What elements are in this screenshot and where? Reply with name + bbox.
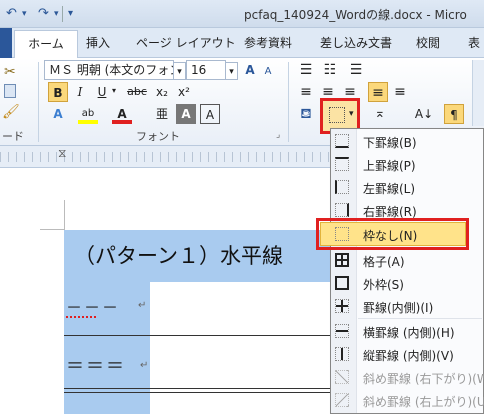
copy-icon[interactable] (4, 84, 16, 98)
align-left-icon[interactable]: ≡ (296, 82, 316, 102)
shading-icon[interactable]: ⛾ (296, 104, 316, 124)
asian-layout-icon[interactable]: ⌅ (370, 104, 390, 124)
outside-borders-icon (335, 276, 349, 290)
border-left-icon (335, 180, 349, 194)
horizontal-rule (64, 392, 332, 393)
document-line-1[interactable]: －－－ (66, 294, 120, 318)
shrink-font-button[interactable]: A (258, 62, 278, 82)
font-color-button[interactable]: A (112, 104, 132, 124)
chevron-down-icon[interactable]: ▾ (226, 62, 238, 80)
border-grid-icon (329, 107, 345, 123)
strikethrough-button[interactable]: abc (124, 82, 150, 102)
italic-button[interactable]: I (70, 82, 90, 102)
bullets-icon[interactable]: ☰ (296, 60, 316, 80)
menu-item-bottom-border[interactable]: 下罫線(B) (331, 130, 484, 153)
numbering-icon[interactable]: ☷ (320, 60, 340, 80)
group-divider (38, 62, 39, 142)
menu-item-diagonal-down[interactable]: 斜め罫線 (右下がり)(W) (331, 366, 484, 389)
distributed-icon[interactable]: ≡ (390, 82, 410, 102)
underline-button[interactable]: U (92, 82, 112, 102)
tab-references[interactable]: 参考資料 (244, 34, 292, 51)
customize-qat-icon[interactable]: ▾ (68, 8, 73, 19)
grow-font-button[interactable]: A (240, 60, 260, 80)
document-line-2[interactable]: ＝＝＝ (66, 352, 126, 378)
menu-separator (358, 318, 482, 319)
inside-vertical-icon (335, 347, 349, 361)
tab-home[interactable]: ホーム (14, 30, 78, 58)
menu-item-left-border[interactable]: 左罫線(L) (331, 176, 484, 199)
chevron-down-icon: ▾ (349, 109, 354, 119)
document-heading[interactable]: （パターン１）水平線 (74, 240, 283, 270)
character-shading-button[interactable]: A (176, 104, 196, 124)
text-effects-button[interactable]: A (48, 104, 68, 124)
chevron-down-icon[interactable]: ▾ (54, 9, 59, 19)
justify-icon[interactable]: ≡ (368, 82, 388, 102)
horizontal-rule (64, 335, 332, 336)
diagonal-down-icon (335, 370, 349, 384)
format-painter-icon[interactable]: 🖌 (2, 104, 20, 120)
paragraph-mark: ↵ (140, 360, 149, 371)
tab-mailings[interactable]: 差し込み文書 (320, 34, 392, 51)
tab-page-layout[interactable]: ページ レイアウト (136, 34, 236, 51)
font-size-combo[interactable]: 16 (186, 60, 226, 80)
margin-corner (40, 229, 64, 230)
window-title: pcfaq_140924_Wordの線.docx - Micro (244, 8, 467, 22)
menu-item-inside-borders[interactable]: 罫線(内側)(I) (331, 295, 484, 318)
clipboard-group-label: ード (2, 130, 24, 143)
border-bottom-icon (335, 134, 349, 148)
file-tab[interactable] (0, 28, 12, 58)
spell-check-underline (66, 316, 96, 318)
menu-item-all-borders[interactable]: 格子(A) (331, 249, 484, 272)
dialog-launcher-icon[interactable]: ⌟ (276, 130, 280, 140)
undo-icon[interactable]: ↶ (6, 6, 17, 21)
paragraph-mark: ↵ (138, 300, 147, 311)
bold-button[interactable]: B (48, 82, 68, 102)
tab-insert[interactable]: 挿入 (86, 34, 110, 51)
indent-marker-icon[interactable]: ⧖ (58, 146, 66, 161)
tab-review[interactable]: 校閲 (416, 34, 440, 51)
border-right-icon (335, 203, 349, 217)
subscript-button[interactable]: x₂ (152, 82, 172, 102)
font-name-combo[interactable]: ＭＳ 明朝 (本文のフォン (44, 60, 174, 80)
menu-item-inside-horizontal[interactable]: 横罫線 (内側)(H) (331, 320, 484, 343)
margin-corner (64, 200, 65, 230)
superscript-button[interactable]: x² (174, 82, 194, 102)
menu-item-diagonal-up[interactable]: 斜め罫線 (右上がり)(U) (331, 389, 484, 412)
chevron-down-icon[interactable]: ▾ (174, 62, 186, 80)
chevron-down-icon[interactable]: ▾ (22, 9, 27, 19)
menu-item-top-border[interactable]: 上罫線(P) (331, 153, 484, 176)
horizontal-rule (64, 388, 332, 389)
enclose-characters-button[interactable]: A (200, 104, 220, 124)
multilevel-list-icon[interactable]: ☰ (346, 60, 366, 80)
menu-item-inside-vertical[interactable]: 縦罫線 (内側)(V) (331, 343, 484, 366)
menu-item-no-border[interactable]: 枠なし(N) (320, 222, 466, 246)
diagonal-up-icon (335, 393, 349, 407)
all-borders-icon (335, 253, 349, 267)
chevron-down-icon[interactable]: ▾ (112, 86, 116, 95)
menu-item-outside-borders[interactable]: 外枠(S) (331, 272, 484, 295)
sort-button[interactable]: A↓ (414, 104, 434, 124)
inside-borders-icon (335, 299, 349, 313)
show-marks-icon[interactable]: ¶ (444, 104, 464, 124)
highlight-button[interactable]: ab (78, 104, 98, 124)
divider (62, 6, 63, 22)
title-bar: ↶ ▾ ↷ ▾ ▾ pcfaq_140924_Wordの線.docx - Mic… (0, 0, 484, 28)
border-top-icon (335, 157, 349, 171)
cut-icon[interactable]: ✂ (4, 64, 16, 80)
redo-icon[interactable]: ↷ (38, 6, 49, 21)
tab-table[interactable]: 表 (468, 34, 480, 51)
group-divider (288, 62, 289, 142)
ribbon-overflow (472, 60, 484, 126)
no-border-icon (335, 227, 349, 241)
font-group-label: フォント (136, 130, 180, 143)
inside-horizontal-icon (335, 324, 349, 338)
phonetic-guide-button[interactable]: 亜 (152, 104, 172, 124)
